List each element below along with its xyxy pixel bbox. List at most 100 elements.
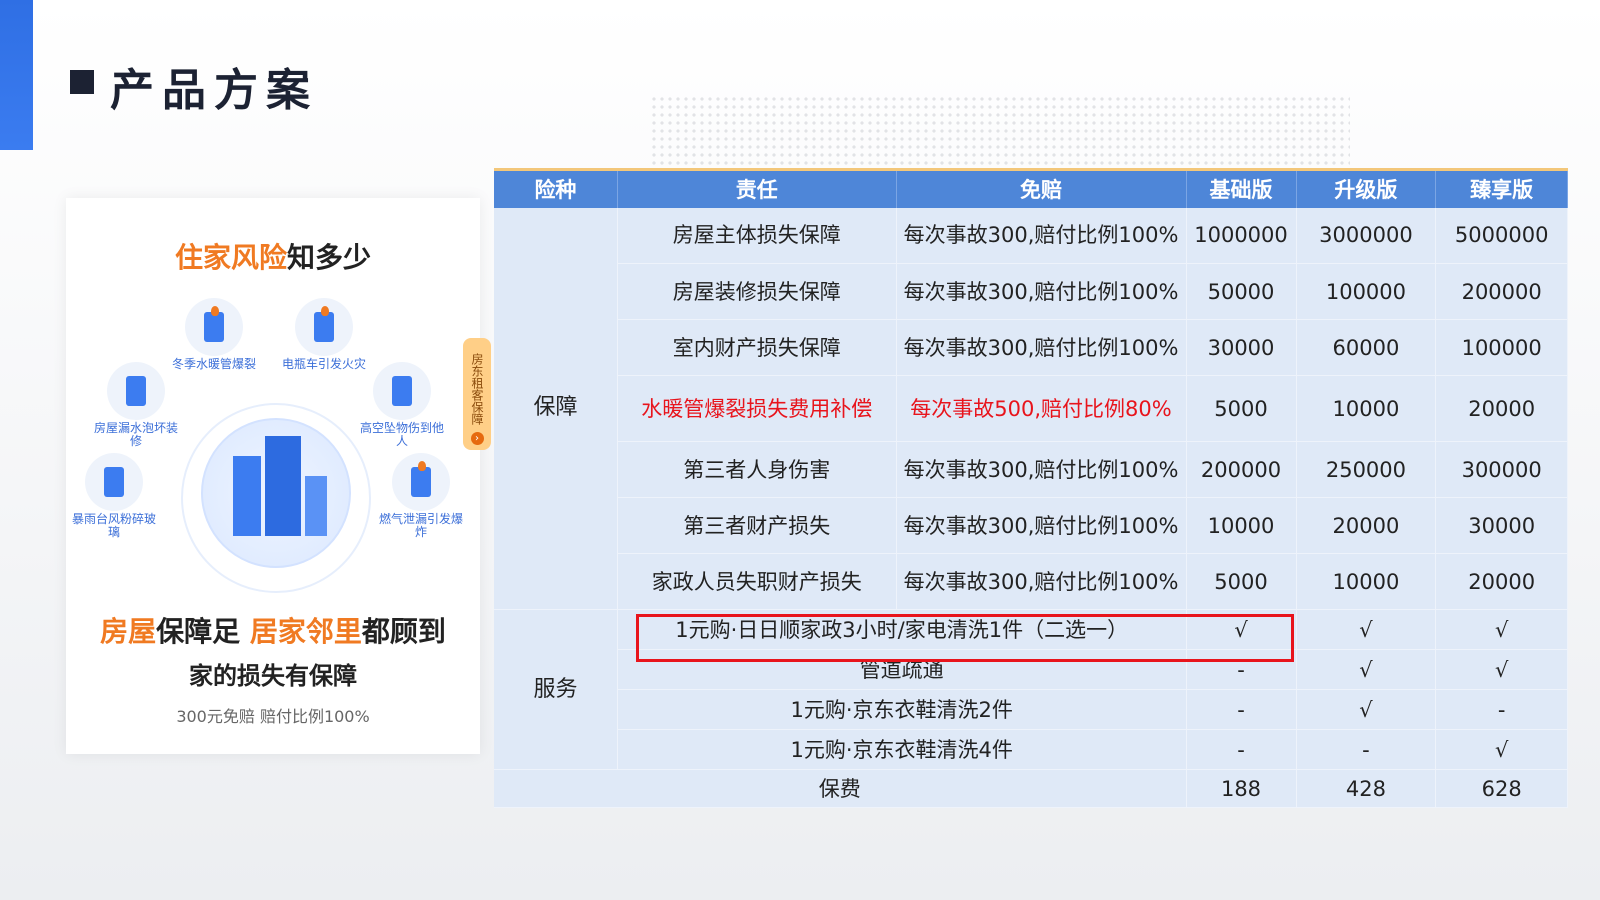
basic-value: 200000 — [1186, 441, 1297, 498]
fee-row: 保费 188 428 628 — [494, 769, 1568, 808]
upgrade-value: 20000 — [1296, 497, 1437, 554]
coverage-waiver: 每次事故300,赔付比例100% — [896, 553, 1187, 610]
risk-label: 暴雨台风粉碎玻璃 — [71, 512, 156, 539]
table-row: 水暖管爆裂损失费用补偿 每次事故500,赔付比例80% 5000 10000 2… — [494, 375, 1568, 442]
upgrade-value: √ — [1296, 689, 1437, 730]
table-row: 第三者人身伤害 每次事故300,赔付比例100% 200000 250000 3… — [494, 441, 1568, 498]
basic-value: 30000 — [1186, 319, 1297, 376]
table-row: 房屋装修损失保障 每次事故300,赔付比例100% 50000 100000 2… — [494, 263, 1568, 320]
service-item: 1元购·京东衣鞋清洗2件 — [617, 689, 1187, 730]
basic-value: - — [1186, 689, 1297, 730]
risk-item: 燃气泄漏引发爆炸 — [378, 453, 464, 539]
header-basic-plan: 基础版 — [1186, 168, 1297, 208]
basic-value: 1000000 — [1186, 207, 1297, 264]
coverage-waiver: 每次事故300,赔付比例100% — [896, 441, 1187, 498]
coverage-item: 室内财产损失保障 — [617, 319, 897, 376]
card-note: 300元免赔 赔付比例100% — [176, 707, 370, 726]
category-service: 服务 — [494, 609, 618, 770]
table-row: 家政人员失职财产损失 每次事故300,赔付比例100% 5000 10000 2… — [494, 553, 1568, 610]
risk-item: 冬季水暖管爆裂 — [171, 298, 257, 371]
table-row: 保障 房屋主体损失保障 每次事故300,赔付比例100% 1000000 300… — [494, 207, 1568, 610]
premium-value: 100000 — [1435, 319, 1568, 376]
service-item: 1元购·京东衣鞋清洗4件 — [617, 729, 1187, 770]
coverage-item: 第三者人身伤害 — [617, 441, 897, 498]
building-icon — [305, 476, 327, 536]
basic-value: - — [1186, 729, 1297, 770]
card-heading: 住家风险知多少 — [66, 236, 480, 276]
header-insurance-type: 险种 — [494, 168, 618, 208]
risk-item: 高空坠物伤到他人 — [359, 362, 445, 448]
risk-item: 暴雨台风粉碎玻璃 — [71, 453, 157, 539]
title-bullet — [70, 70, 94, 94]
table-row: 室内财产损失保障 每次事故300,赔付比例100% 30000 60000 10… — [494, 319, 1568, 376]
side-tab-label: 房东租客保障 — [470, 352, 484, 425]
upgrade-value: √ — [1296, 649, 1437, 690]
risk-item: 房屋漏水泡坏装修 — [93, 362, 179, 448]
header-premium-plan: 臻享版 — [1435, 168, 1568, 208]
coverage-waiver: 每次事故300,赔付比例100% — [896, 497, 1187, 554]
risk-label: 房屋漏水泡坏装修 — [93, 421, 178, 448]
upgrade-value: 10000 — [1296, 375, 1437, 442]
page-title: 产品方案 — [110, 65, 318, 116]
upgrade-fee: 428 — [1296, 769, 1437, 808]
table-row: 1元购·京东衣鞋清洗2件 - √ - — [494, 689, 1568, 730]
premium-value: 300000 — [1435, 441, 1568, 498]
premium-value: √ — [1435, 649, 1568, 690]
coverage-waiver: 每次事故300,赔付比例100% — [896, 263, 1187, 320]
basic-fee: 188 — [1186, 769, 1297, 808]
table-row: 第三者财产损失 每次事故300,赔付比例100% 10000 20000 300… — [494, 497, 1568, 554]
risk-label: 电瓶车引发火灾 — [281, 357, 366, 371]
coverage-waiver: 每次事故300,赔付比例100% — [896, 207, 1187, 264]
coverage-item: 家政人员失职财产损失 — [617, 553, 897, 610]
header-liability: 责任 — [617, 168, 897, 208]
slogan-highlight: 居家邻里 — [249, 615, 362, 648]
upgrade-value: 10000 — [1296, 553, 1437, 610]
landlord-tenant-tab[interactable]: 房东租客保障 › — [463, 338, 491, 450]
risk-label: 燃气泄漏引发爆炸 — [378, 512, 463, 539]
premium-value: - — [1435, 689, 1568, 730]
slogan-text: 保障足 — [156, 615, 250, 648]
upgrade-value: 250000 — [1296, 441, 1437, 498]
gas-explosion-icon — [392, 453, 450, 511]
coverage-item: 房屋主体损失保障 — [617, 207, 897, 264]
table-row: 1元购·京东衣鞋清洗4件 - - √ — [494, 729, 1568, 770]
upgrade-value: - — [1296, 729, 1437, 770]
ebike-fire-icon — [295, 298, 353, 356]
premium-value: √ — [1435, 609, 1568, 650]
heading-highlight: 住家风险 — [174, 241, 287, 274]
premium-value: √ — [1435, 729, 1568, 770]
basic-value: 10000 — [1186, 497, 1297, 554]
premium-value: 30000 — [1435, 497, 1568, 554]
building-icon — [233, 456, 261, 536]
fee-label: 保费 — [494, 769, 1187, 808]
basic-value: 50000 — [1186, 263, 1297, 320]
chevron-right-icon: › — [470, 432, 484, 446]
premium-value: 200000 — [1435, 263, 1568, 320]
risk-label: 高空坠物伤到他人 — [359, 421, 444, 448]
plan-table: 险种 责任 免赔 基础版 升级版 臻享版 保障 房屋主体损失保障 每次事故300… — [494, 168, 1568, 808]
building-illustration — [201, 418, 351, 568]
upgrade-value: 60000 — [1296, 319, 1437, 376]
promo-card: 住家风险知多少 冬季水暖管爆裂 电瓶车引发火灾 房屋漏水泡坏装修 高空坠物伤到他… — [66, 198, 480, 754]
dotted-map-decoration — [650, 95, 1350, 170]
category-coverage: 保障 — [494, 207, 618, 610]
coverage-item: 第三者财产损失 — [617, 497, 897, 554]
upgrade-value: 3000000 — [1296, 207, 1437, 264]
basic-value: 5000 — [1186, 553, 1297, 610]
highlight-box — [636, 614, 1294, 662]
premium-value: 20000 — [1435, 375, 1568, 442]
heading-rest: 知多少 — [287, 241, 372, 274]
premium-value: 20000 — [1435, 553, 1568, 610]
card-slogan: 房屋保障足 居家邻里都顾到 — [66, 610, 480, 650]
water-leak-icon — [107, 362, 165, 420]
accent-bar — [0, 0, 33, 150]
card-subslogan: 家的损失有保障 — [189, 662, 357, 690]
slogan-text: 都顾到 — [361, 615, 446, 648]
risk-label: 冬季水暖管爆裂 — [171, 357, 256, 371]
coverage-waiver: 每次事故500,赔付比例80% — [896, 375, 1187, 442]
basic-value: 5000 — [1186, 375, 1297, 442]
risk-item: 电瓶车引发火灾 — [281, 298, 367, 371]
table-header-row: 险种 责任 免赔 基础版 升级版 臻享版 — [494, 168, 1568, 208]
premium-fee: 628 — [1435, 769, 1568, 808]
upgrade-value: √ — [1296, 609, 1437, 650]
